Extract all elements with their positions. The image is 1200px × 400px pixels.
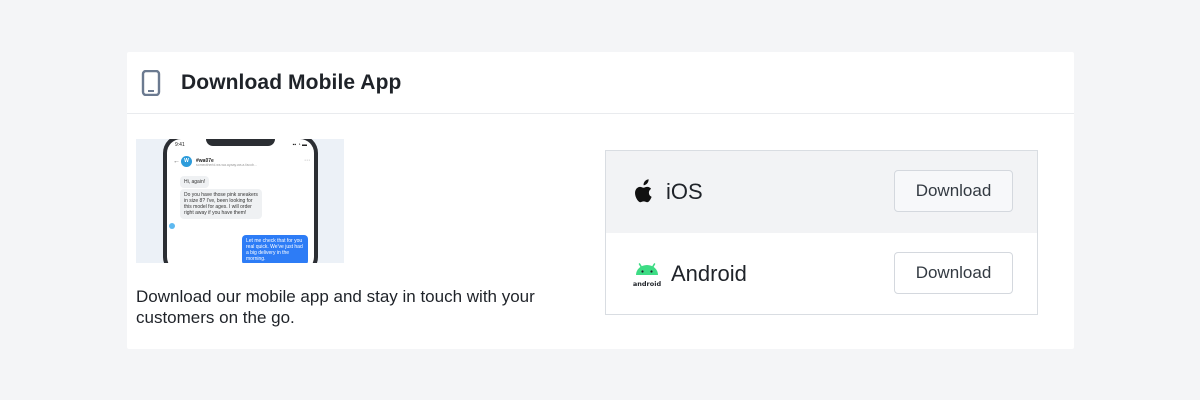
contact-subtitle: someotherid.ws.wa.ayaay.wa.a.facob... <box>196 163 257 167</box>
platform-name-ios: iOS <box>666 179 703 204</box>
more-icon: ⋯ <box>304 158 310 164</box>
app-preview-image: 9:41 ▪▪ ◔ ▬ ← W #wa07e someotherid.ws.wa… <box>136 139 344 263</box>
phone-mockup: 9:41 ▪▪ ◔ ▬ ← W #wa07e someotherid.ws.wa… <box>163 139 318 263</box>
app-info: 9:41 ▪▪ ◔ ▬ ← W #wa07e someotherid.ws.wa… <box>136 139 576 328</box>
phone-notch <box>206 139 275 146</box>
apple-icon <box>632 178 655 206</box>
status-icons: ▪▪ ◔ ▬ <box>292 142 307 148</box>
contact-avatar: W <box>181 155 192 167</box>
platform-row-android: android Android Download <box>606 233 1037 315</box>
agent-indicator-icon <box>169 223 175 229</box>
android-icon: android <box>632 260 662 288</box>
download-android-button[interactable]: Download <box>894 252 1013 294</box>
card-header: Download Mobile App <box>127 52 1074 114</box>
phone-screen: 9:41 ▪▪ ◔ ▬ ← W #wa07e someotherid.ws.wa… <box>167 139 314 263</box>
chat-bubble-incoming: Do you have those pink sneakers in size … <box>180 189 262 219</box>
platform-row-ios: iOS Download <box>606 151 1037 233</box>
app-description: Download our mobile app and stay in touc… <box>136 287 535 327</box>
mobile-phone-icon <box>141 69 161 96</box>
chat-bubble-outgoing: Let me check that for you real quick. We… <box>242 235 308 263</box>
chat-bubble-incoming: Hi, again! <box>180 176 210 188</box>
download-app-card: Download Mobile App 9:41 ▪▪ ◔ ▬ ← W #wa0… <box>127 52 1074 349</box>
back-arrow-icon: ← <box>173 157 180 165</box>
status-time: 9:41 <box>175 142 185 148</box>
download-ios-button[interactable]: Download <box>894 170 1013 212</box>
platform-list: iOS Download android Android Download <box>605 150 1038 315</box>
android-icon-caption: android <box>633 280 662 288</box>
card-title: Download Mobile App <box>181 70 402 94</box>
platform-name-android: Android <box>671 261 747 286</box>
